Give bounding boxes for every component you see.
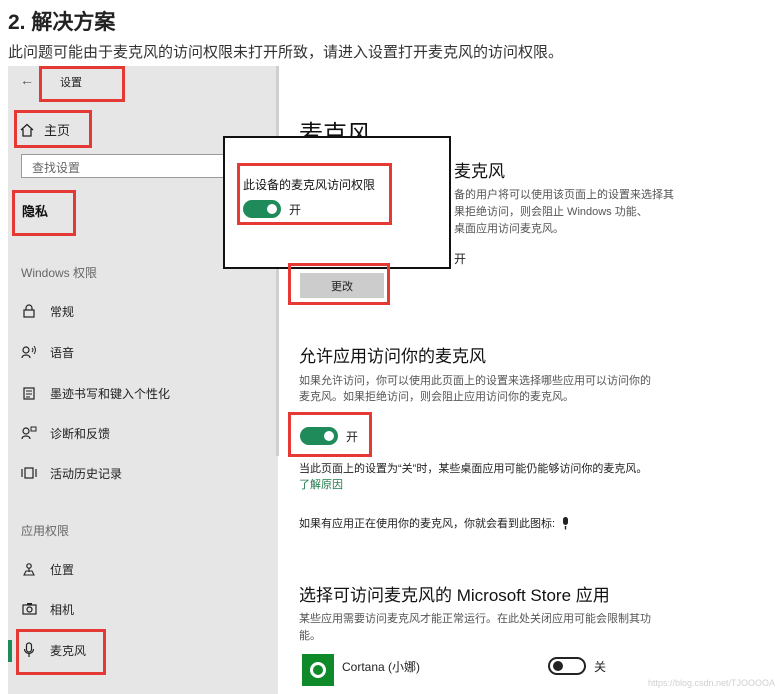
app-name: Cortana (小娜): [342, 660, 421, 674]
highlight-box: [288, 263, 390, 305]
sidebar-item-label: 诊断和反馈: [50, 426, 111, 441]
apps-access-desc-line: 如果允许访问，你可以使用此页面上的设置来选择哪些应用可以访问你的: [299, 375, 651, 387]
sidebar-item-label: 墨迹书写和键入个性化: [50, 386, 171, 401]
device-access-status: 开: [454, 252, 467, 266]
highlight-box: [288, 412, 372, 457]
sidebar-item-label: 相机: [50, 602, 75, 617]
microphone-icon: [563, 516, 569, 529]
device-access-desc-line: 果拒绝访问，则会阻止 Windows 功能、: [454, 206, 648, 218]
section-app-permissions: 应用权限: [21, 524, 70, 538]
cortana-toggle-label: 关: [594, 659, 607, 674]
location-icon: [20, 560, 38, 578]
speech-icon: [20, 343, 38, 361]
notepad-icon: [20, 384, 38, 402]
article-heading: 2. 解决方案: [8, 11, 116, 34]
highlight-box: [14, 110, 92, 148]
lock-icon: [20, 302, 38, 320]
sidebar-item-camera[interactable]: 相机: [20, 600, 74, 618]
highlight-box: [12, 190, 76, 236]
store-apps-desc-line: 能。: [299, 630, 321, 642]
cortana-toggle-row: 关: [548, 657, 606, 675]
device-access-desc-line: 桌面应用访问麦克风。: [454, 223, 564, 235]
sidebar-item-label: 位置: [50, 562, 75, 577]
apps-access-desc-line: 麦克风。如果拒绝访问，则会阻止应用访问你的麦克风。: [299, 391, 574, 403]
highlight-box: [237, 163, 392, 225]
article-description: 此问题可能由于麦克风的访问权限未打开所致，请进入设置打开麦克风的访问权限。: [8, 44, 564, 61]
device-access-desc-line: 备的用户将可以使用该页面上的设置来选择其: [454, 189, 674, 201]
back-arrow-icon[interactable]: ←: [20, 72, 34, 88]
highlight-box: [39, 66, 125, 102]
history-icon: [20, 464, 38, 482]
icon-note-text: 如果有应用正在使用你的麦克风，你就会看到此图标:: [299, 518, 556, 530]
store-apps-desc-line: 某些应用需要访问麦克风才能正常运行。在此处关闭应用可能会限制其功: [299, 613, 651, 625]
sidebar-item-general[interactable]: 常规: [20, 302, 74, 320]
desktop-apps-note: 当此页面上的设置为“关”时，某些桌面应用可能仍能够访问你的麦克风。: [299, 463, 648, 475]
feedback-icon: [20, 424, 38, 442]
section-windows-permissions: Windows 权限: [21, 266, 98, 280]
sidebar-item-location[interactable]: 位置: [20, 560, 74, 578]
sidebar-item-speech[interactable]: 语音: [20, 343, 74, 361]
settings-screenshot: ← 设置 主页 查找设置 隐私 Windows 权限 常规 语音 墨迹书写和键入…: [8, 66, 776, 694]
sidebar-item-label: 语音: [50, 345, 75, 360]
selected-indicator: [8, 640, 12, 662]
store-apps-heading: 选择可访问麦克风的 Microsoft Store 应用: [299, 586, 610, 605]
sidebar-item-label: 常规: [50, 304, 75, 319]
learn-more-link[interactable]: 了解原因: [299, 476, 343, 492]
icon-note-row: 如果有应用正在使用你的麦克风，你就会看到此图标:: [299, 515, 570, 531]
sidebar-item-inking[interactable]: 墨迹书写和键入个性化: [20, 384, 170, 402]
sidebar-item-label: 活动历史记录: [50, 466, 123, 481]
sidebar-item-activity-history[interactable]: 活动历史记录: [20, 464, 122, 482]
cortana-icon: [302, 654, 334, 686]
highlight-box: [16, 629, 106, 675]
sidebar-item-diagnostics[interactable]: 诊断和反馈: [20, 424, 110, 442]
apps-access-heading: 允许应用访问你的麦克风: [299, 347, 486, 366]
watermark: https://blog.csdn.net/TJOOOOA: [648, 678, 776, 688]
camera-icon: [20, 600, 38, 618]
device-access-heading: 麦克风: [454, 162, 505, 181]
cortana-toggle[interactable]: [548, 657, 586, 675]
